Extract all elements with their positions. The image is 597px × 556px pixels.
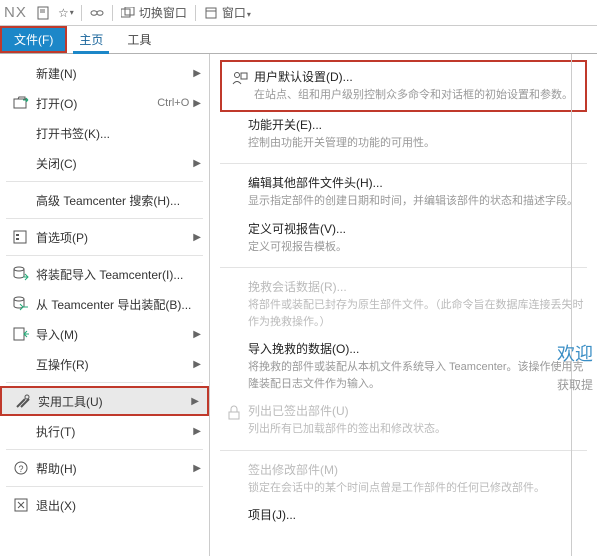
separator [81,5,82,21]
preferences-icon [10,230,32,244]
svg-text:?: ? [18,464,23,474]
blank-icon [220,116,248,152]
blank-icon [220,220,248,256]
menu-bar: 文件(F) 主页 工具 [0,26,597,54]
sm-checkout-modified: 签出修改部件(M) 锁定在会话中的某个时间点曾是工作部件的任何已修改部件。 [220,457,587,503]
fm-execute[interactable]: 执行(T) ▶ [0,416,209,446]
separator [220,267,587,268]
link-icon[interactable] [88,4,106,22]
chevron-right-icon: ▶ [191,396,199,407]
sm-rescue-session: 挽救会话数据(R)... 将部件或装配已封存为原生部件文件。（此命令旨在数据库连… [220,274,587,336]
db-import-icon [10,266,32,282]
separator [220,450,587,451]
separator [195,5,196,21]
fm-exit[interactable]: 退出(X) [0,490,209,520]
blank-icon [220,461,248,497]
chevron-right-icon: ▶ [193,359,201,370]
chevron-right-icon: ▶ [193,98,201,109]
separator [6,486,203,487]
separator [6,255,203,256]
blank-icon [220,174,248,210]
fm-interop[interactable]: 互操作(R) ▶ [0,349,209,379]
lock-icon [220,402,248,438]
window-icon[interactable] [202,4,220,22]
menu-tools[interactable]: 工具 [115,26,163,53]
separator [6,449,203,450]
title-bar: NX ☆▾ 切换窗口 窗口▾ [0,0,597,26]
chevron-right-icon: ▶ [193,426,201,437]
getstarted-text: 获取提 [557,376,597,393]
right-peek: 欢迎 获取提 [557,340,597,393]
fm-preferences[interactable]: 首选项(P) ▶ [0,222,209,252]
db-export-icon [10,296,32,312]
import-icon [10,327,32,341]
sm-feature-switch[interactable]: 功能开关(E)... 控制由功能开关管理的功能的可用性。 [220,112,587,158]
windows-icon[interactable] [119,4,137,22]
fm-import-asm-tc[interactable]: 将装配导入 Teamcenter(I)... [0,259,209,289]
sm-edit-other-header[interactable]: 编辑其他部件文件头(H)... 显示指定部件的创建日期和时间，并编辑该部件的状态… [220,170,587,216]
sm-project[interactable]: 项目(J)... [220,502,587,529]
separator [220,163,587,164]
separator [6,181,203,182]
chevron-right-icon: ▶ [193,463,201,474]
sm-list-checked-out: 列出已签出部件(U) 列出所有已加载部件的签出和修改状态。 [220,398,587,444]
file-menu: 新建(N) ▶ 打开(O) Ctrl+O ▶ 打开书签(K)... 关闭(C) … [0,54,210,556]
menu-home[interactable]: 主页 [67,26,115,53]
blank-icon [220,506,248,523]
utilities-submenu: 用户默认设置(D)... 在站点、组和用户级别控制众多命令和对话框的初始设置和参… [210,54,597,556]
app-logo: NX [4,4,27,21]
doc-icon[interactable] [35,4,53,22]
blank-icon [220,278,248,330]
chevron-right-icon: ▶ [193,232,201,243]
welcome-text: 欢迎 [557,340,597,366]
open-icon [10,96,32,110]
fm-close[interactable]: 关闭(C) ▶ [0,148,209,178]
fm-open[interactable]: 打开(O) Ctrl+O ▶ [0,88,209,118]
fm-export-asm-tc[interactable]: 从 Teamcenter 导出装配(B)... [0,289,209,319]
switch-windows-button[interactable]: 切换窗口 [139,4,187,21]
fm-open-bookmark[interactable]: 打开书签(K)... [0,118,209,148]
fm-adv-tc-search[interactable]: 高级 Teamcenter 搜索(H)... [0,185,209,215]
separator [6,382,203,383]
vertical-divider [571,54,572,556]
tools-icon [12,393,34,409]
chevron-right-icon: ▶ [193,68,201,79]
fm-utilities[interactable]: 实用工具(U) ▶ [0,386,209,416]
window-dropdown[interactable]: 窗口▾ [222,4,251,21]
menu-file[interactable]: 文件(F) [0,26,67,53]
chevron-right-icon: ▶ [193,329,201,340]
blank-icon [220,340,248,392]
sm-custom-report[interactable]: 定义可视报告(V)... 定义可视报告模板。 [220,216,587,262]
fm-import[interactable]: 导入(M) ▶ [0,319,209,349]
fm-help[interactable]: ? 帮助(H) ▶ [0,453,209,483]
separator [112,5,113,21]
chevron-right-icon: ▶ [193,158,201,169]
help-icon: ? [10,461,32,475]
star-icon[interactable]: ☆▾ [57,4,75,22]
fm-new[interactable]: 新建(N) ▶ [0,58,209,88]
sm-user-defaults[interactable]: 用户默认设置(D)... 在站点、组和用户级别控制众多命令和对话框的初始设置和参… [220,60,587,112]
user-defaults-icon [226,68,254,104]
close-icon [10,498,32,512]
separator [6,218,203,219]
sm-import-rescued[interactable]: 导入挽救的数据(O)... 将挽救的部件或装配从本机文件系统导入 Teamcen… [220,336,587,398]
